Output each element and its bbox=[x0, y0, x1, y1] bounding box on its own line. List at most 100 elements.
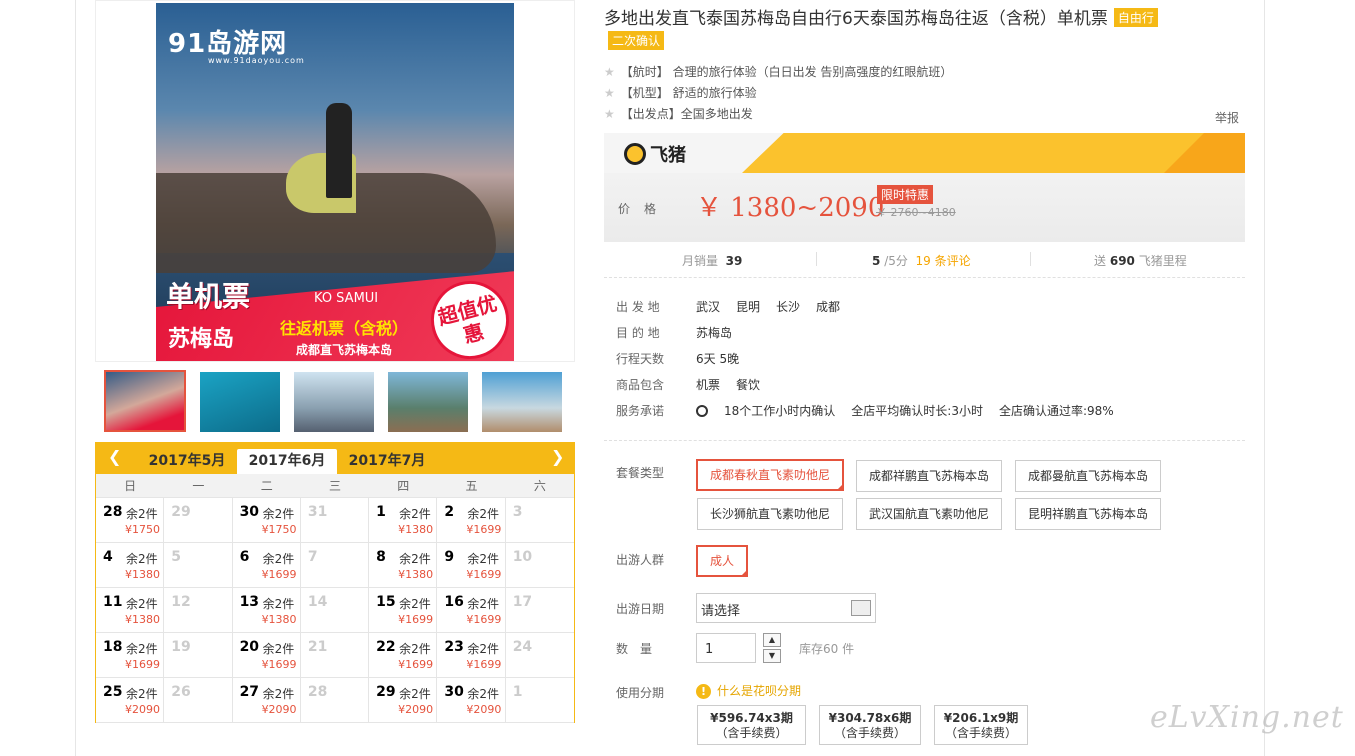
day-stock: 余2件 bbox=[126, 507, 158, 521]
calendar-day: 12 bbox=[164, 588, 233, 632]
prev-month-arrow-icon[interactable]: ❮ bbox=[108, 447, 121, 466]
travel-date-input[interactable]: 请选择 bbox=[696, 593, 876, 623]
calendar-day[interactable]: 9 余2件 ¥1699 bbox=[437, 543, 506, 587]
calendar-day[interactable]: 8 余2件 ¥1380 bbox=[369, 543, 438, 587]
photo-couple bbox=[326, 103, 352, 198]
people-option-adult[interactable]: 成人 bbox=[696, 545, 748, 577]
day-number: 29 bbox=[376, 684, 396, 700]
star-icon: ★ bbox=[604, 65, 615, 79]
quantity-input[interactable]: 1 bbox=[696, 633, 756, 663]
calendar-day[interactable]: 2 余2件 ¥1699 bbox=[437, 498, 506, 542]
day-stock: 余2件 bbox=[262, 642, 295, 656]
dest-label: 目 的 地 bbox=[616, 326, 660, 340]
calendar-day[interactable]: 30 余2件 ¥1750 bbox=[233, 498, 301, 542]
month-tab-current[interactable]: 2017年6月 bbox=[237, 449, 337, 474]
day-number: 21 bbox=[307, 639, 328, 655]
calendar-day[interactable]: 27 余2件 ¥2090 bbox=[233, 678, 301, 722]
thumbnail-5[interactable] bbox=[482, 372, 562, 432]
price-box: 价格 ￥ 1380~2090 限时特惠 ￥ 2760~4180 bbox=[604, 173, 1245, 242]
calendar-day[interactable]: 4 余2件 ¥1380 bbox=[96, 543, 165, 587]
day-stock: 余2件 bbox=[126, 642, 158, 656]
huabei-link[interactable]: ! 什么是花呗分期 bbox=[696, 682, 801, 699]
calendar-day[interactable]: 6 余2件 ¥1699 bbox=[233, 543, 301, 587]
weekday-2: 二 bbox=[260, 479, 273, 493]
calendar-day[interactable]: 13 余2件 ¥1380 bbox=[233, 588, 301, 632]
calendar-day[interactable]: 1 余2件 ¥1380 bbox=[369, 498, 438, 542]
tag-free-travel: 自由行 bbox=[1113, 8, 1158, 27]
feature-1: ★ 【航时】 合理的旅行体验（白日出发 告别高强度的红眼航班） bbox=[604, 65, 953, 79]
day-number: 6 bbox=[239, 549, 250, 565]
installment-option-9[interactable]: ¥206.1x9期 （含手续费） bbox=[934, 705, 1028, 745]
installment-option-6[interactable]: ¥304.78x6期 （含手续费） bbox=[819, 705, 921, 745]
calendar-day[interactable]: 11 余2件 ¥1380 bbox=[96, 588, 165, 632]
package-option-6[interactable]: 昆明祥鹏直飞苏梅本岛 bbox=[1015, 498, 1161, 530]
weekday-3: 三 bbox=[328, 479, 341, 493]
days-value: 6天 5晚 bbox=[696, 352, 740, 366]
next-month-arrow-icon[interactable]: ❯ bbox=[551, 447, 564, 466]
calendar-day: 24 bbox=[506, 633, 574, 677]
day-number: 4 bbox=[103, 549, 113, 565]
quantity-label: 数 量 bbox=[616, 642, 653, 656]
calendar-day: 31 bbox=[301, 498, 370, 542]
day-stock: 余2件 bbox=[399, 642, 431, 656]
thumbnail-1[interactable] bbox=[104, 370, 186, 432]
day-price: ¥1699 bbox=[466, 568, 502, 581]
day-number: 2 bbox=[444, 504, 455, 520]
month-tab-next[interactable]: 2017年7月 bbox=[337, 449, 437, 474]
calendar-icon[interactable] bbox=[851, 600, 871, 616]
calendar-day: 19 bbox=[164, 633, 233, 677]
include-label: 商品包含 bbox=[616, 378, 665, 392]
day-number: 11 bbox=[103, 594, 123, 610]
thumbnail-2[interactable] bbox=[200, 372, 280, 432]
calendar-day[interactable]: 29 余2件 ¥2090 bbox=[369, 678, 438, 722]
feature-3: ★ 【出发点】全国多地出发 bbox=[604, 107, 753, 121]
calendar-day[interactable]: 23 余2件 ¥1699 bbox=[437, 633, 506, 677]
thumbnail-3[interactable] bbox=[294, 372, 374, 432]
check-circle-icon bbox=[696, 405, 708, 417]
calendar-day: 14 bbox=[301, 588, 370, 632]
day-number: 26 bbox=[171, 684, 191, 700]
calendar-day[interactable]: 16 余2件 ¥1699 bbox=[437, 588, 506, 632]
day-price: ¥1750 bbox=[125, 523, 160, 536]
installment-option-3[interactable]: ¥596.74x3期 （含手续费） bbox=[697, 705, 806, 745]
day-stock: 余2件 bbox=[262, 597, 295, 611]
calendar-day: 21 bbox=[301, 633, 370, 677]
calendar-day[interactable]: 25 余2件 ¥2090 bbox=[96, 678, 165, 722]
calendar-day[interactable]: 28 余2件 ¥1750 bbox=[96, 498, 165, 542]
banner-en: KO SAMUI bbox=[314, 291, 379, 306]
thumbnail-4[interactable] bbox=[388, 372, 468, 432]
day-price: ¥2090 bbox=[125, 703, 160, 716]
package-option-4[interactable]: 长沙狮航直飞素叻他尼 bbox=[697, 498, 843, 530]
day-price: ¥2090 bbox=[261, 703, 297, 716]
day-stock: 余2件 bbox=[467, 552, 500, 566]
calendar-week-row: 25 余2件 ¥2090 26 27 余2件 ¥2090 28 29 余2件 ¥2090 30 余2件 ¥… bbox=[96, 678, 574, 723]
day-price: ¥2090 bbox=[398, 703, 434, 716]
package-option-5[interactable]: 武汉国航直飞素叻他尼 bbox=[856, 498, 1002, 530]
day-stock: 余2件 bbox=[399, 687, 431, 701]
package-option-1[interactable]: 成都春秋直飞素叻他尼 bbox=[696, 459, 844, 491]
day-number: 14 bbox=[307, 594, 328, 610]
report-link[interactable]: 举报 bbox=[1215, 109, 1239, 126]
product-photo[interactable]: 91岛游网 www.91daoyou.com 单机票 KO SAMUI 苏梅岛 往… bbox=[156, 3, 514, 361]
calendar-day[interactable]: 30 余2件 ¥2090 bbox=[437, 678, 506, 722]
day-stock: 余2件 bbox=[399, 507, 431, 521]
banner-main: 单机票 bbox=[166, 280, 251, 313]
day-number: 8 bbox=[376, 549, 386, 565]
reviews-link[interactable]: 19 条评论 bbox=[916, 254, 971, 268]
quantity-down-icon[interactable]: ▼ bbox=[763, 649, 781, 663]
calendar-day[interactable]: 18 余2件 ¥1699 bbox=[96, 633, 165, 677]
day-price: ¥1380 bbox=[261, 613, 297, 626]
day-number: 30 bbox=[444, 684, 464, 700]
month-tab-prev[interactable]: 2017年5月 bbox=[137, 449, 237, 474]
package-option-2[interactable]: 成都祥鹏直飞苏梅本岛 bbox=[856, 460, 1002, 492]
day-number: 28 bbox=[103, 504, 123, 520]
calendar-week-row: 11 余2件 ¥1380 12 13 余2件 ¥1380 14 15 余2件 ¥1699 16 余2件 ¥… bbox=[96, 588, 574, 633]
quantity-up-icon[interactable]: ▲ bbox=[763, 633, 781, 647]
calendar-day[interactable]: 22 余2件 ¥1699 bbox=[369, 633, 438, 677]
calendar-day[interactable]: 20 余2件 ¥1699 bbox=[233, 633, 301, 677]
calendar-week-row: 4 余2件 ¥1380 5 6 余2件 ¥1699 7 8 余2件 ¥1380 9 余2件 ¥1699 10 bbox=[96, 543, 574, 588]
package-option-3[interactable]: 成都曼航直飞苏梅本岛 bbox=[1015, 460, 1161, 492]
price-label: 价格 bbox=[618, 202, 671, 216]
calendar-day[interactable]: 15 余2件 ¥1699 bbox=[369, 588, 438, 632]
day-price: ¥1380 bbox=[398, 523, 434, 536]
